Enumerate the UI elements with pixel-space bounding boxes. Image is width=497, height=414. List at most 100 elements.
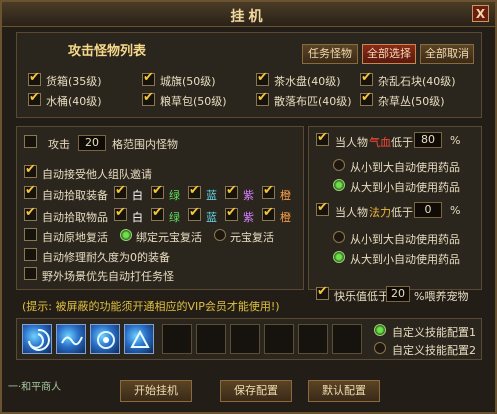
bind-yuanbao-revive-radio[interactable] bbox=[120, 229, 132, 241]
mp-small-to-big-label: 从小到大自动使用药品 bbox=[350, 233, 460, 246]
item-orange-label: 橙 bbox=[280, 211, 291, 224]
monster-label: 散落布匹(40级) bbox=[274, 95, 352, 108]
save-config-button[interactable]: 保存配置 bbox=[220, 380, 292, 402]
task-monster-button[interactable]: 任务怪物 bbox=[302, 44, 358, 64]
skill-config-1-radio[interactable] bbox=[374, 324, 386, 336]
monster-checkbox[interactable] bbox=[142, 70, 155, 86]
item-green-label: 绿 bbox=[169, 211, 180, 224]
default-config-button[interactable]: 默认配置 bbox=[308, 380, 380, 402]
equip-orange-label: 橙 bbox=[280, 189, 291, 202]
mp-stat-label: 法力 bbox=[369, 206, 391, 219]
monster-checkbox[interactable] bbox=[360, 90, 373, 106]
monster-checkbox[interactable] bbox=[256, 70, 269, 86]
monster-label: 杂草丛(50级) bbox=[378, 95, 445, 108]
equip-green-label: 绿 bbox=[169, 189, 180, 202]
happiness-prefix-label: 快乐值低于 bbox=[334, 290, 389, 303]
cancel-all-button[interactable]: 全部取消 bbox=[420, 44, 474, 64]
equip-purple-label: 紫 bbox=[243, 189, 254, 202]
monster-checkbox[interactable] bbox=[256, 90, 269, 106]
item-white-label: 白 bbox=[132, 211, 143, 224]
hp-stat-label: 气血 bbox=[369, 136, 391, 149]
equip-white-label: 白 bbox=[132, 189, 143, 202]
background-npc-text: 一·和平商人 bbox=[8, 382, 62, 393]
accept-invite-label: 自动接受他人组队邀请 bbox=[42, 168, 152, 181]
equip-orange-checkbox[interactable] bbox=[262, 183, 275, 199]
equip-green-checkbox[interactable] bbox=[151, 183, 164, 199]
equip-blue-checkbox[interactable] bbox=[188, 183, 201, 199]
monster-checkbox[interactable] bbox=[28, 90, 41, 106]
revive-here-label: 自动原地复活 bbox=[42, 231, 108, 244]
monster-list-title: 攻击怪物列表 bbox=[68, 44, 147, 59]
happiness-value-input[interactable]: 20 bbox=[386, 286, 410, 302]
hp-suffix-label: 低于 bbox=[391, 136, 413, 149]
mp-small-to-big-radio[interactable] bbox=[333, 231, 345, 243]
select-all-button[interactable]: 全部选择 bbox=[362, 44, 416, 64]
bind-yuanbao-revive-label: 绑定元宝复活 bbox=[136, 231, 202, 244]
monster-label: 粮草包(50级) bbox=[160, 95, 227, 108]
item-green-checkbox[interactable] bbox=[151, 205, 164, 221]
yuanbao-revive-label: 元宝复活 bbox=[230, 231, 274, 244]
close-button[interactable]: X bbox=[472, 5, 489, 22]
mp-suffix-label: 低于 bbox=[391, 206, 413, 219]
mp-percent-label: % bbox=[450, 204, 461, 217]
hp-small-to-big-radio[interactable] bbox=[333, 159, 345, 171]
monster-checkbox[interactable] bbox=[28, 70, 41, 86]
field-task-checkbox[interactable] bbox=[24, 267, 37, 280]
item-purple-label: 紫 bbox=[243, 211, 254, 224]
accept-invite-checkbox[interactable] bbox=[24, 162, 37, 178]
mp-prefix-label: 当人物 bbox=[335, 206, 368, 219]
mp-big-to-small-radio[interactable] bbox=[333, 251, 345, 263]
empty-skill-slot[interactable] bbox=[196, 324, 226, 354]
happiness-checkbox[interactable] bbox=[316, 284, 329, 300]
start-auto-button[interactable]: 开始挂机 bbox=[120, 380, 192, 402]
monster-label: 城旗(50级) bbox=[160, 75, 216, 88]
storm-skill-icon[interactable] bbox=[124, 324, 154, 354]
monster-checkbox[interactable] bbox=[360, 70, 373, 86]
item-orange-checkbox[interactable] bbox=[262, 205, 275, 221]
monster-checkbox[interactable] bbox=[142, 90, 155, 106]
attack-suffix-label: 格范围内怪物 bbox=[112, 138, 178, 151]
mp-value-input[interactable]: 0 bbox=[414, 202, 442, 218]
window-title: 挂机 bbox=[230, 9, 267, 25]
mp-big-to-small-label: 从大到小自动使用药品 bbox=[350, 253, 460, 266]
attack-range-checkbox[interactable] bbox=[24, 135, 37, 148]
repair-zero-label: 自动修理耐久度为0的装备 bbox=[42, 251, 170, 264]
item-blue-checkbox[interactable] bbox=[188, 205, 201, 221]
empty-skill-slot[interactable] bbox=[298, 324, 328, 354]
revive-here-checkbox[interactable] bbox=[24, 228, 37, 241]
water-swirl-skill-icon[interactable] bbox=[22, 324, 52, 354]
vortex-skill-icon[interactable] bbox=[90, 324, 120, 354]
field-task-label: 野外场景优先自动打任务怪 bbox=[42, 270, 174, 283]
attack-prefix-label: 攻击 bbox=[48, 138, 70, 151]
empty-skill-slot[interactable] bbox=[332, 324, 362, 354]
item-white-checkbox[interactable] bbox=[114, 205, 127, 221]
auto-hunt-window: 挂机 X 攻击怪物列表 任务怪物 全部选择 全部取消 货箱(35级) 城旗(50… bbox=[0, 0, 497, 414]
empty-skill-slot[interactable] bbox=[230, 324, 260, 354]
vip-tip-text: (提示: 被屏蔽的功能须开通相应的VIP会员才能使用!) bbox=[22, 300, 280, 313]
item-purple-checkbox[interactable] bbox=[225, 205, 238, 221]
mp-threshold-checkbox[interactable] bbox=[316, 200, 329, 216]
hp-value-input[interactable]: 80 bbox=[414, 132, 442, 148]
equip-white-checkbox[interactable] bbox=[114, 183, 127, 199]
wave-skill-icon[interactable] bbox=[56, 324, 86, 354]
repair-zero-checkbox[interactable] bbox=[24, 248, 37, 261]
auto-item-checkbox[interactable] bbox=[24, 205, 37, 221]
monster-label: 货箱(35级) bbox=[46, 75, 102, 88]
auto-item-label: 自动拾取物品 bbox=[42, 211, 108, 224]
empty-skill-slot[interactable] bbox=[162, 324, 192, 354]
hp-percent-label: % bbox=[450, 134, 461, 147]
attack-range-input[interactable]: 20 bbox=[78, 135, 106, 151]
skill-config-2-label: 自定义技能配置2 bbox=[392, 344, 476, 357]
hp-big-to-small-radio[interactable] bbox=[333, 179, 345, 191]
hp-threshold-checkbox[interactable] bbox=[316, 130, 329, 146]
monster-label: 水桶(40级) bbox=[46, 95, 102, 108]
skill-config-2-radio[interactable] bbox=[374, 342, 386, 354]
auto-equip-checkbox[interactable] bbox=[24, 183, 37, 199]
monster-label: 杂乱石块(40级) bbox=[378, 75, 456, 88]
yuanbao-revive-radio[interactable] bbox=[214, 229, 226, 241]
empty-skill-slot[interactable] bbox=[264, 324, 294, 354]
hp-big-to-small-label: 从大到小自动使用药品 bbox=[350, 181, 460, 194]
monster-label: 茶水盘(40级) bbox=[274, 75, 341, 88]
equip-purple-checkbox[interactable] bbox=[225, 183, 238, 199]
hp-prefix-label: 当人物 bbox=[335, 136, 368, 149]
